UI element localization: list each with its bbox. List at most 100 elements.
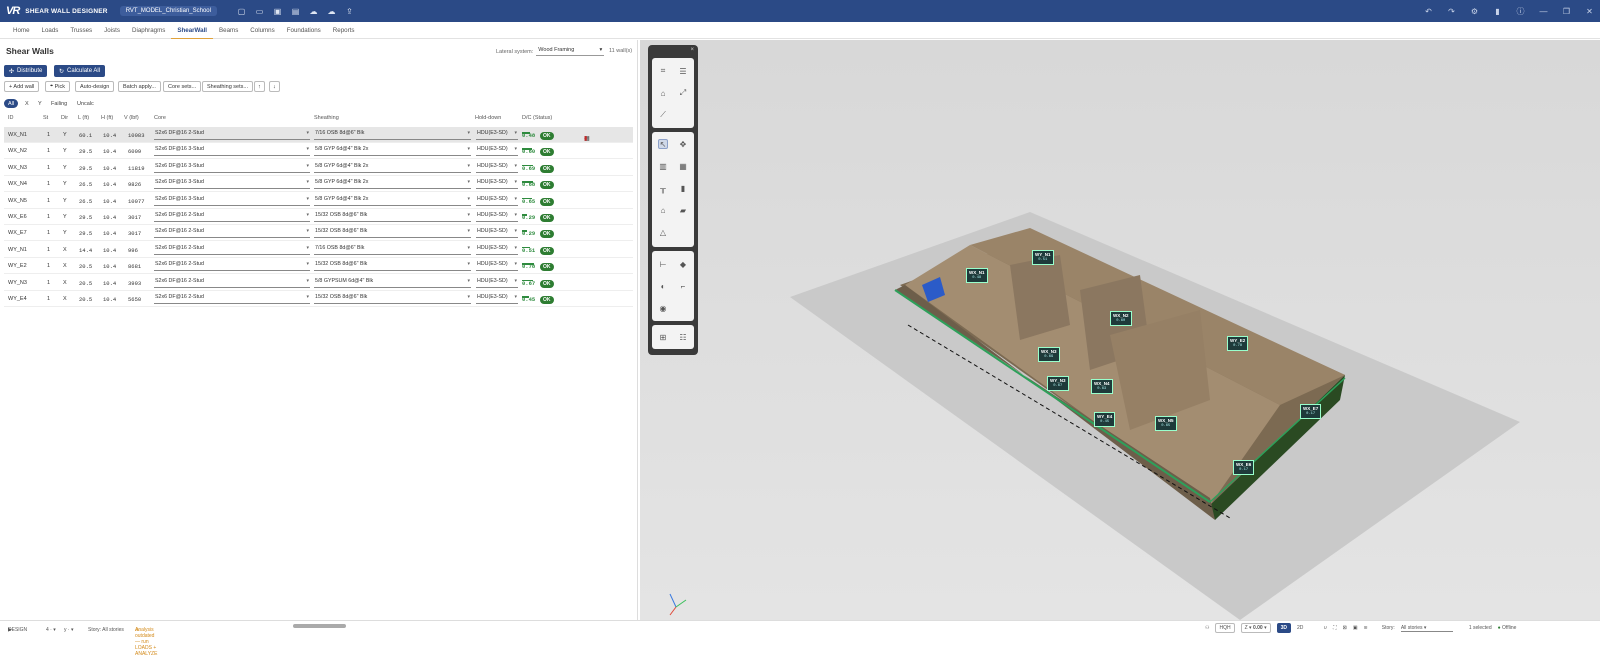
tab-beams[interactable]: Beams (213, 22, 244, 39)
tab-reports[interactable]: Reports (327, 22, 361, 39)
close-icon[interactable]: ✕ (1585, 7, 1594, 16)
col-core[interactable]: Core (154, 115, 166, 121)
table-icon[interactable]: ⊞ (658, 332, 668, 342)
wall-tag[interactable]: WY_E4 0.45 (1094, 412, 1116, 427)
wall-tag[interactable]: WX_E6 0.17 (1233, 460, 1255, 475)
table-row[interactable]: WX_N2 1 Y 29.5 10.4 6009 S2x6 DF@16 3-Stud 5/8 … (4, 143, 633, 160)
table-row[interactable]: WY_N1 1 X 14.4 10.4 996 S2x6 DF@16 2-Stud 7/16 … (4, 242, 633, 258)
tab-foundations[interactable]: Foundations (281, 22, 327, 39)
grid-icon[interactable]: ⌗ (658, 66, 668, 76)
magnet-icon[interactable]: ∪ (1323, 625, 1327, 631)
col-id[interactable]: ID (8, 115, 14, 121)
story-stepper-a[interactable]: 4 · ▾ (46, 627, 56, 633)
core-select[interactable]: S2x6 DF@16 3-Stud (154, 179, 310, 190)
story-stepper-b[interactable]: y · ▾ (64, 627, 73, 633)
lateral-system-select[interactable]: Wood Framing ▾ (536, 47, 605, 56)
calculate-all-button[interactable]: ↻ Calculate All (54, 65, 106, 77)
list-icon[interactable]: ☷ (678, 332, 688, 342)
add-wall-button[interactable]: + Add wall (4, 81, 40, 92)
tab-diaphragms[interactable]: Diaphragms (126, 22, 171, 39)
sheathing-select[interactable]: 5/8 GYP 6d@4" Blk 2x (314, 179, 471, 190)
corner-icon[interactable]: ⌐ (678, 281, 688, 291)
line-icon[interactable]: ⟋ (658, 110, 668, 120)
holddown-select[interactable]: HDU(E3-SD) (476, 130, 518, 140)
sheathing-select[interactable]: 7/16 OSB 8d@6" Blk (314, 130, 471, 140)
table-row[interactable]: WY_E2 1 X 20.5 10.4 8681 S2x6 DF@16 2-Stud 15/3… (4, 258, 633, 275)
tab-home[interactable]: Home (7, 22, 36, 39)
move-icon[interactable]: ✥ (678, 139, 688, 149)
col-holddown[interactable]: Hold-down (475, 115, 501, 121)
wall-tag[interactable]: WY_N1 0.51 (1032, 250, 1054, 265)
filter-y[interactable]: Y (34, 99, 46, 108)
save-as-icon[interactable]: ▤ (291, 7, 300, 16)
core-select[interactable]: S2x6 DF@16 2-Stud (154, 228, 310, 239)
holddown-select[interactable]: HDU(E3-SD) (476, 228, 518, 239)
cloud-sync-icon[interactable]: ☁ (327, 7, 336, 16)
undo-icon[interactable]: ↶ (1424, 7, 1433, 16)
truss-icon[interactable]: △ (658, 227, 668, 237)
wall-tag[interactable]: WX_N3 0.69 (1038, 347, 1060, 362)
3d-viewport[interactable]: × ⌗ ☰ ⌂ ⤢ ⟋ ↖ ✥ ▥ ▦ ╥ ▮ ⌂ ▰ △ ⊢ ◆ ◐ ⌐ ◉ … (640, 40, 1600, 620)
wall-tag[interactable]: WY_N3 0.67 (1047, 376, 1069, 391)
trash-icon[interactable]: ▮ (584, 135, 587, 142)
holddown-select[interactable]: HDU(E3-SD) (476, 212, 518, 222)
cloud-upload-icon[interactable]: ☁ (309, 7, 318, 16)
export-icon[interactable]: ⇪ (345, 7, 354, 16)
core-select[interactable]: S2x6 DF@16 2-Stud (154, 294, 310, 304)
filter-uncalc[interactable]: Uncalc (73, 99, 98, 108)
project-name-field[interactable]: RVT_MODEL_Christian_School (119, 6, 217, 16)
move-up-button[interactable]: ↑ (254, 81, 265, 92)
camera-icon[interactable]: ▣ (1353, 625, 1358, 631)
distribute-button[interactable]: ✣ Distribute (4, 65, 48, 77)
core-sets-button[interactable]: Core sets... (163, 81, 202, 92)
gear-icon[interactable]: ⚙ (1470, 7, 1479, 16)
roof-icon[interactable]: ⌂ (658, 205, 668, 215)
core-select[interactable]: S2x6 DF@16 3-Stud (154, 146, 310, 157)
sheathing-select[interactable]: 15/32 OSB 8d@6" Blk (314, 212, 471, 222)
beam-icon[interactable]: ╥ (658, 183, 668, 193)
sheathing-select[interactable]: 7/16 OSB 8d@6" Blk (314, 245, 471, 255)
minimize-icon[interactable]: — (1539, 7, 1548, 16)
measure-icon[interactable]: ⤢ (678, 88, 688, 98)
core-select[interactable]: S2x6 DF@16 2-Stud (154, 212, 310, 222)
holddown-select[interactable]: HDU(E3-SD) (476, 196, 518, 206)
wall-tag[interactable]: WX_N5 0.65 (1155, 416, 1177, 431)
holddown-select[interactable]: HDU(E3-SD) (476, 163, 518, 173)
new-file-icon[interactable]: ▢ (237, 7, 246, 16)
wall-tag[interactable]: WX_N1 0.48 (966, 268, 988, 283)
tab-columns[interactable]: Columns (244, 22, 280, 39)
table-row[interactable]: WY_E4 1 X 20.5 10.4 5650 S2x6 DF@16 2-Stud 15/3… (4, 291, 633, 307)
move-down-button[interactable]: ↓ (269, 81, 280, 92)
dimension-icon[interactable]: ⊢ (658, 259, 668, 269)
wall-tag[interactable]: WY_E2 0.78 (1227, 336, 1249, 351)
table-row[interactable]: WX_E6 1 Y 29.5 10.4 3017 S2x6 DF@16 2-Stud 15/3… (4, 209, 633, 225)
info-icon[interactable]: ⓘ (1516, 7, 1525, 16)
holddown-select[interactable]: HDU(E3-SD) (476, 146, 518, 157)
holddown-select[interactable]: HDU(E3-SD) (476, 261, 518, 272)
hqh-toggle[interactable]: HQH (1215, 623, 1235, 633)
tab-shearwall[interactable]: ShearWall (171, 22, 214, 39)
horizontal-scrollbar[interactable] (293, 624, 346, 628)
select-arrow-icon[interactable]: ↖ (658, 139, 668, 149)
holddown-select[interactable]: HDU(E3-SD) (476, 278, 518, 288)
restore-icon[interactable]: ❐ (1562, 7, 1571, 16)
core-select[interactable]: S2x6 DF@16 3-Stud (154, 196, 310, 206)
layers-icon[interactable]: ≋ (1364, 625, 1368, 631)
core-select[interactable]: S2x6 DF@16 2-Stud (154, 278, 310, 288)
sheathing-sets-button[interactable]: Sheathing sets... (202, 81, 253, 92)
holddown-select[interactable]: HDU(E3-SD) (476, 179, 518, 190)
eye-icon[interactable]: ◉ (658, 303, 668, 313)
room-icon[interactable]: ▦ (678, 161, 688, 171)
layers-icon[interactable]: ☰ (678, 66, 688, 76)
sheathing-select[interactable]: 5/8 GYP 6d@4" Blk 2x (314, 196, 471, 206)
holddown-select[interactable]: HDU(E3-SD) (476, 294, 518, 304)
sheathing-select[interactable]: 15/32 OSB 8d@6" Blk (314, 294, 471, 304)
holddown-select[interactable]: HDU(E3-SD) (476, 245, 518, 255)
core-select[interactable]: S2x6 DF@16 2-Stud (154, 261, 310, 272)
wall-tag[interactable]: WX_N4 0.63 (1091, 379, 1113, 394)
tab-trusses[interactable]: Trusses (64, 22, 98, 39)
sheathing-select[interactable]: 5/8 GYP 6d@4" Blk 2x (314, 146, 471, 157)
slab-icon[interactable]: ▰ (678, 205, 688, 215)
tab-joists[interactable]: Joists (98, 22, 126, 39)
view-3d-button[interactable]: 3D (1276, 623, 1292, 633)
